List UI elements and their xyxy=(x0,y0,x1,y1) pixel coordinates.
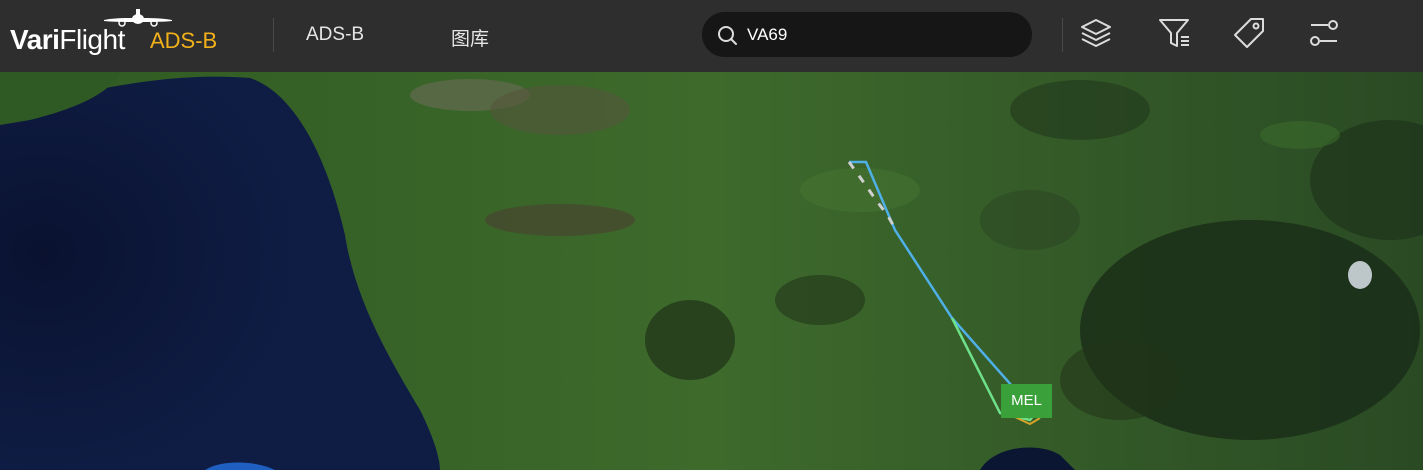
filter-icon[interactable] xyxy=(1156,15,1192,51)
nav-gallery[interactable]: 图库 xyxy=(451,24,489,51)
nav-ads-b[interactable]: ADS-B xyxy=(306,24,364,46)
layers-icon[interactable] xyxy=(1078,15,1114,51)
product-name: ADS-B xyxy=(150,28,218,53)
top-bar: VariFlight ADS-B ADS-B 图库 VA69 xyxy=(0,0,1423,72)
brand-name: VariFlight xyxy=(10,24,125,55)
airport-label-mel[interactable]: MEL xyxy=(1001,384,1052,418)
divider xyxy=(273,18,274,52)
flight-track xyxy=(847,160,1041,426)
search-box[interactable]: VA69 xyxy=(702,12,1032,57)
search-input[interactable]: VA69 xyxy=(747,25,787,45)
satellite-map[interactable]: MEL xyxy=(0,72,1423,470)
search-icon xyxy=(718,26,737,45)
tag-icon[interactable] xyxy=(1231,15,1267,51)
settings-sliders-icon[interactable] xyxy=(1306,15,1342,51)
divider xyxy=(1062,18,1063,52)
variflight-logo[interactable]: VariFlight ADS-B xyxy=(10,8,250,64)
